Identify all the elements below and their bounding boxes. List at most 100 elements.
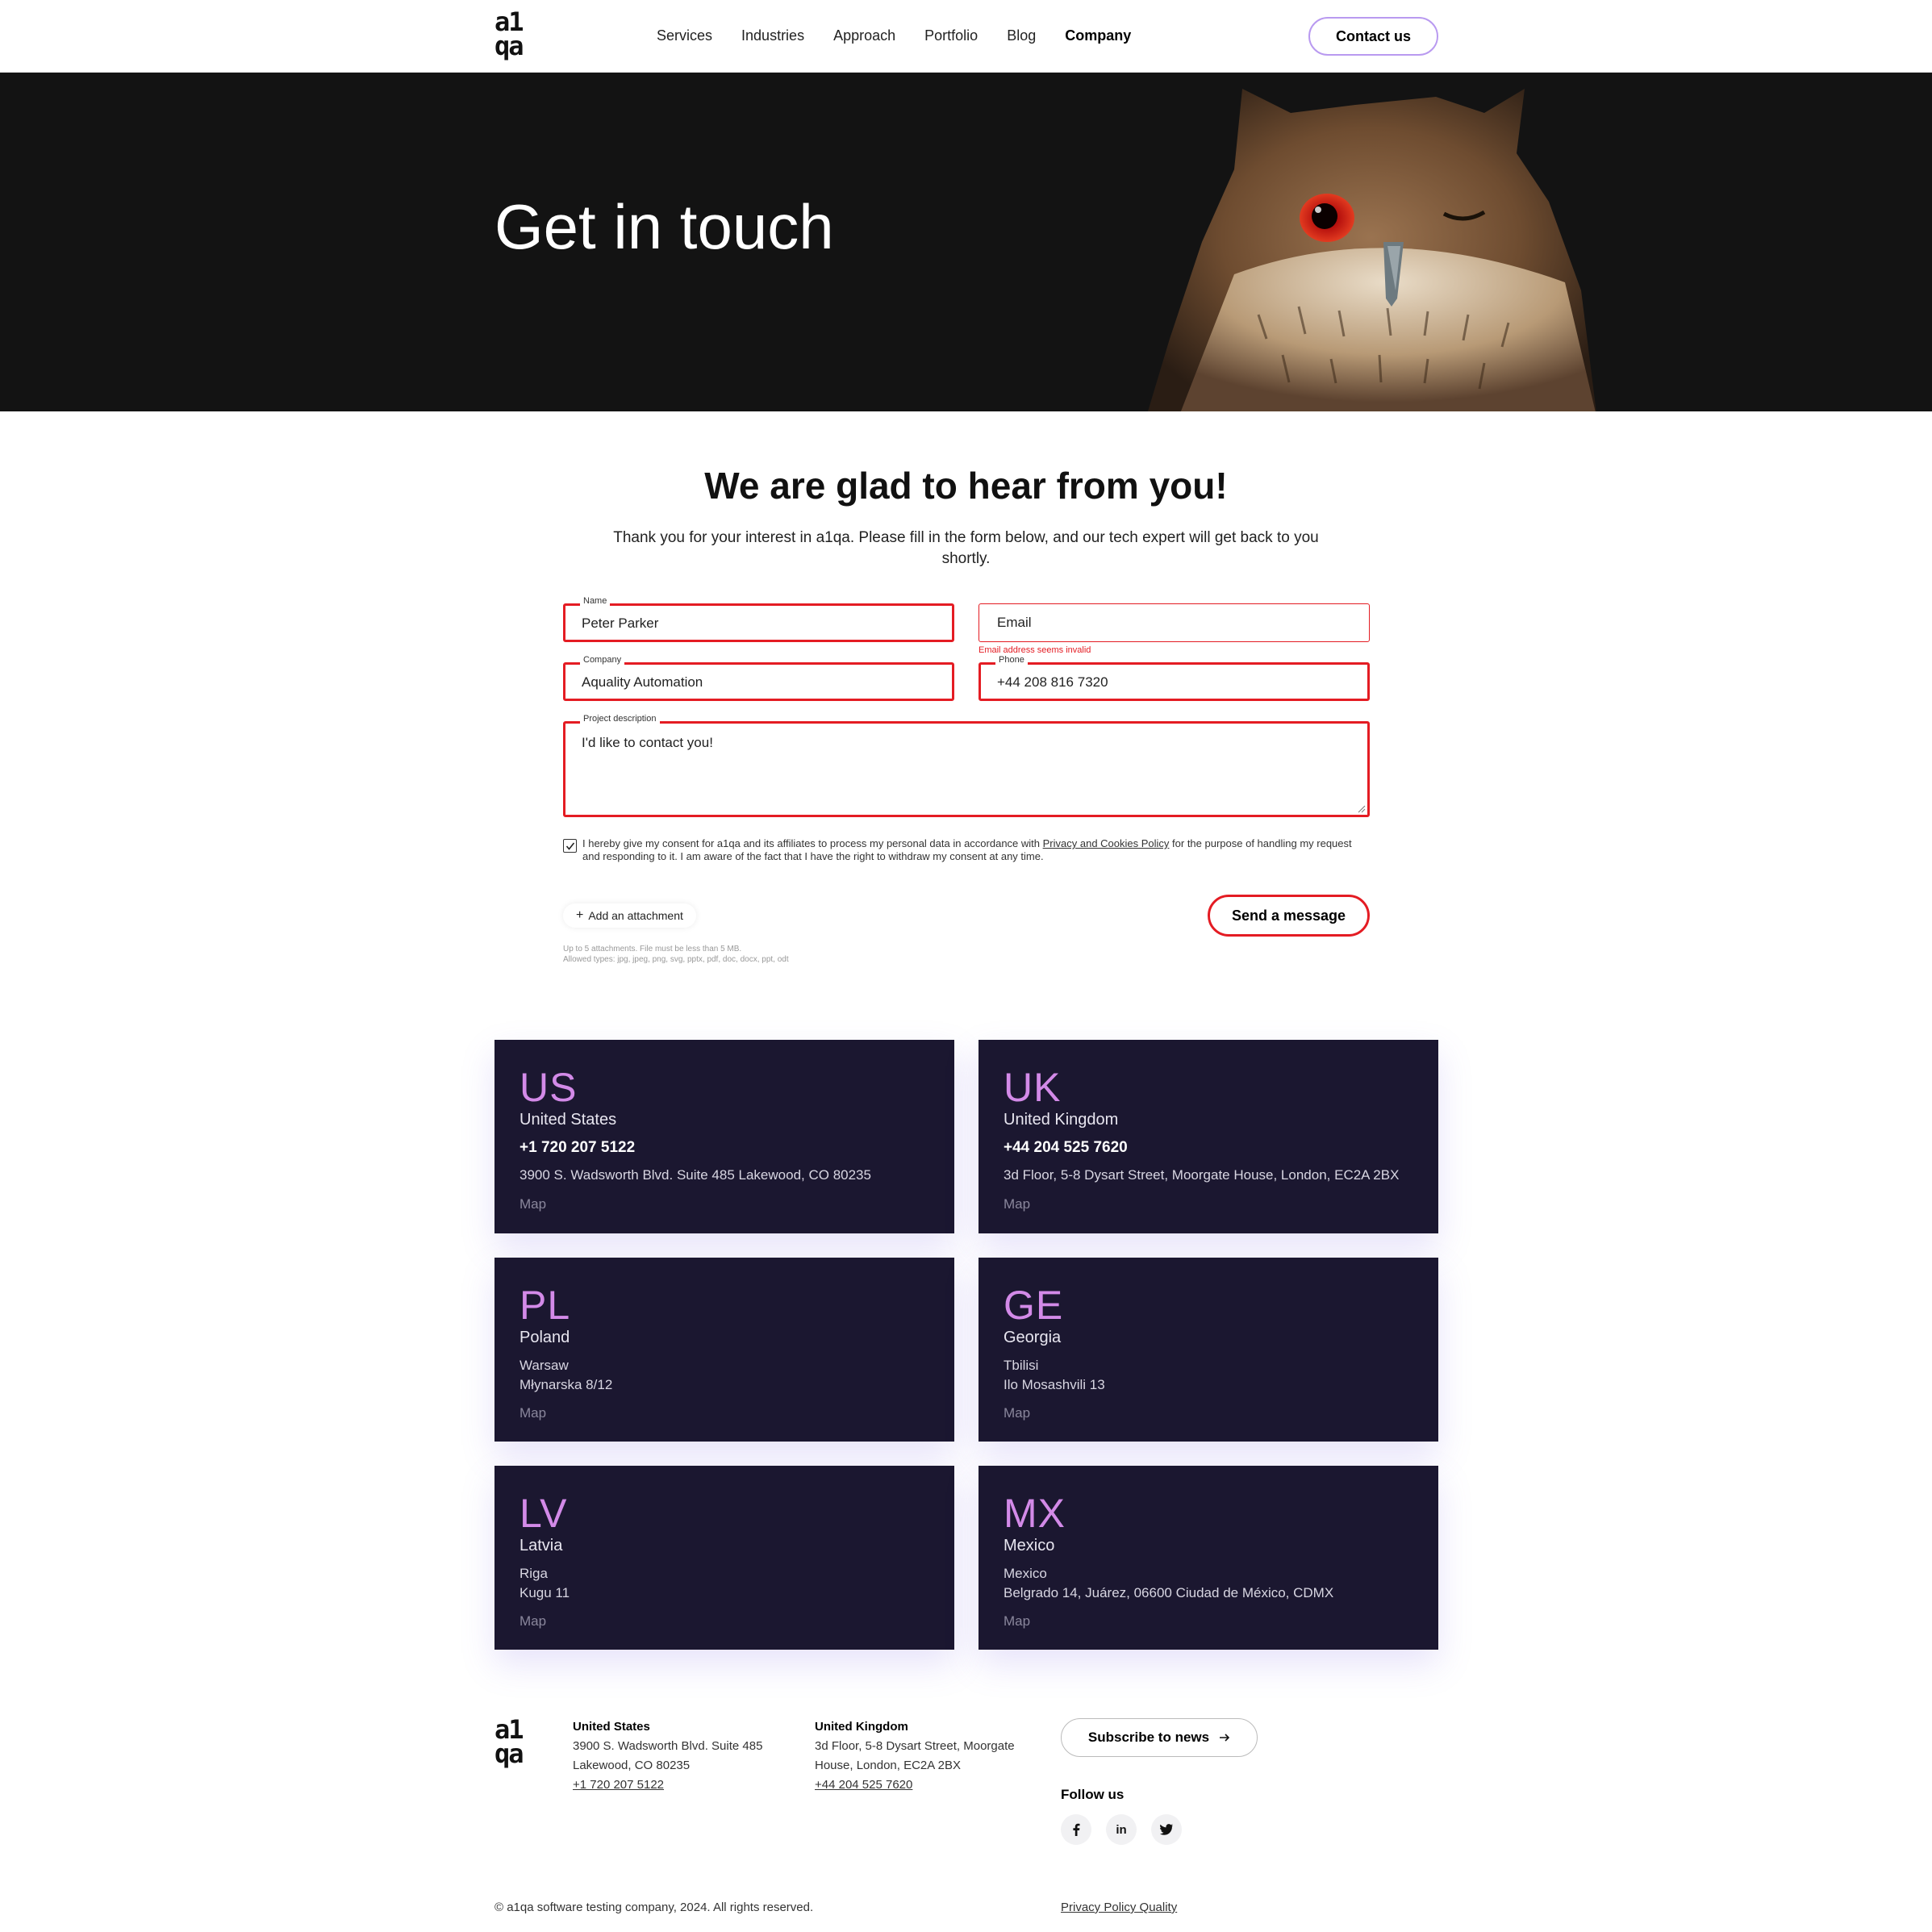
add-attachment-button[interactable]: + Add an attachment (563, 903, 696, 928)
phone-field[interactable]: Phone +44 208 816 7320 (979, 655, 1370, 701)
plus-icon: + (576, 908, 584, 922)
footer-logo[interactable]: a1 qa (494, 1717, 533, 1767)
office-code: LV (520, 1491, 568, 1536)
footer-us-phone[interactable]: +1 720 207 5122 (573, 1778, 664, 1792)
checkmark-icon (565, 842, 574, 850)
twitter-icon[interactable] (1151, 1814, 1182, 1845)
site-header: a1 qa Services Industries Approach Portfo… (0, 0, 1932, 73)
nav-blog[interactable]: Blog (1007, 24, 1036, 47)
nav-industries[interactable]: Industries (741, 24, 804, 47)
company-label: Company (580, 655, 625, 665)
consent-text-start: I hereby give my consent for a1qa and it… (582, 837, 1043, 849)
office-address: Młynarska 8/12 (520, 1377, 613, 1392)
email-error: Email address seems invalid (979, 645, 1091, 655)
office-card-mx: MX Mexico Mexico Belgrado 14, Juárez, 06… (979, 1466, 1438, 1650)
email-field[interactable]: Email (979, 603, 1370, 642)
office-address: 3900 S. Wadsworth Blvd. Suite 485 Lakewo… (520, 1167, 871, 1183)
nav-services[interactable]: Services (657, 24, 712, 47)
office-country: Georgia (1004, 1329, 1062, 1346)
office-map-link[interactable]: Map (1004, 1613, 1030, 1629)
nav-portfolio[interactable]: Portfolio (924, 24, 978, 47)
subscribe-label: Subscribe to news (1087, 1730, 1210, 1745)
add-attachment-label: Add an attachment (588, 909, 683, 922)
office-phone[interactable]: +44 204 525 7620 (1004, 1139, 1128, 1157)
footer-uk-office: United Kingdom 3d Floor, 5-8 Dysart Stre… (815, 1717, 1015, 1795)
subscribe-button[interactable]: Subscribe to news (1061, 1718, 1258, 1757)
footer-uk-line2: House, London, EC2A 2BX (815, 1759, 961, 1772)
name-value[interactable]: Peter Parker (582, 615, 658, 632)
project-description-value[interactable]: I'd like to contact you! (582, 735, 713, 751)
office-phone[interactable]: +1 720 207 5122 (520, 1139, 635, 1157)
office-address: Ilo Mosashvili 13 (1004, 1377, 1105, 1392)
consent-text: I hereby give my consent for a1qa and it… (582, 837, 1369, 863)
office-code: PL (520, 1283, 571, 1328)
contact-us-button[interactable]: Contact us (1308, 17, 1438, 56)
footer-uk-line1: 3d Floor, 5-8 Dysart Street, Moorgate (815, 1739, 1015, 1753)
send-message-button[interactable]: Send a message (1208, 895, 1370, 937)
arrow-right-icon (1220, 1734, 1230, 1742)
office-country: United States (520, 1111, 617, 1129)
office-card-lv: LV Latvia Riga Kugu 11 Map (494, 1466, 954, 1650)
office-map-link[interactable]: Map (1004, 1196, 1030, 1212)
phone-value[interactable]: +44 208 816 7320 (997, 674, 1108, 691)
company-value[interactable]: Aquality Automation (582, 674, 703, 691)
office-card-us: US United States +1 720 207 5122 3900 S.… (494, 1040, 954, 1233)
footer-us-line2: Lakewood, CO 80235 (573, 1759, 691, 1772)
privacy-cookies-link[interactable]: Privacy and Cookies Policy (1043, 837, 1170, 849)
office-country: Poland (520, 1329, 570, 1346)
resize-handle-icon[interactable] (1358, 805, 1366, 813)
office-city-address: Riga Kugu 11 (520, 1564, 570, 1603)
name-field[interactable]: Name Peter Parker (563, 596, 954, 642)
office-city: Mexico (1004, 1566, 1047, 1581)
office-map-link[interactable]: Map (520, 1613, 546, 1629)
office-address: 3d Floor, 5-8 Dysart Street, Moorgate Ho… (1004, 1167, 1400, 1183)
footer-uk-phone[interactable]: +44 204 525 7620 (815, 1778, 912, 1792)
office-map-link[interactable]: Map (520, 1196, 546, 1212)
attachment-note: Up to 5 attachments. File must be less t… (563, 944, 789, 965)
nav-approach[interactable]: Approach (833, 24, 895, 47)
office-city: Tbilisi (1004, 1358, 1039, 1373)
office-code: UK (1004, 1065, 1062, 1110)
privacy-policy-link[interactable]: Privacy Policy Quality (1061, 1901, 1177, 1914)
page-title: Get in touch (494, 191, 834, 262)
office-city: Riga (520, 1566, 548, 1581)
attachment-note-types: Allowed types: jpg, jpeg, png, svg, pptx… (563, 955, 789, 964)
footer-us-line1: 3900 S. Wadsworth Blvd. Suite 485 (573, 1739, 763, 1753)
office-country: United Kingdom (1004, 1111, 1119, 1129)
linkedin-icon[interactable]: in (1106, 1814, 1137, 1845)
office-city-address: Mexico Belgrado 14, Juárez, 06600 Ciudad… (1004, 1564, 1333, 1603)
a1qa-logo[interactable]: a1 qa (494, 9, 533, 59)
form-heading: We are glad to hear from you! (704, 465, 1228, 507)
office-code: MX (1004, 1491, 1066, 1536)
office-map-link[interactable]: Map (520, 1405, 546, 1421)
project-description-field[interactable]: Project description I'd like to contact … (563, 714, 1370, 817)
office-card-ge: GE Georgia Tbilisi Ilo Mosashvili 13 Map (979, 1258, 1438, 1442)
office-city-address: Warsaw Młynarska 8/12 (520, 1356, 612, 1395)
facebook-icon[interactable] (1061, 1814, 1091, 1845)
office-map-link[interactable]: Map (1004, 1405, 1030, 1421)
owl-image (1148, 89, 1596, 411)
hero-banner: Get in touch (0, 73, 1932, 411)
office-city: Warsaw (520, 1358, 569, 1373)
footer-uk-title: United Kingdom (815, 1720, 908, 1734)
follow-us-label: Follow us (1061, 1787, 1125, 1802)
office-code: GE (1004, 1283, 1064, 1328)
form-intro: Thank you for your interest in a1qa. Ple… (613, 529, 1319, 567)
office-card-pl: PL Poland Warsaw Młynarska 8/12 Map (494, 1258, 954, 1442)
office-code: US (520, 1065, 578, 1110)
email-placeholder[interactable]: Email (997, 615, 1032, 631)
office-address: Belgrado 14, Juárez, 06600 Ciudad de Méx… (1004, 1585, 1334, 1600)
footer-us-office: United States 3900 S. Wadsworth Blvd. Su… (573, 1717, 762, 1795)
office-country: Latvia (520, 1537, 563, 1554)
office-card-uk: UK United Kingdom +44 204 525 7620 3d Fl… (979, 1040, 1438, 1233)
consent-checkbox[interactable] (563, 839, 577, 853)
main-nav: Services Industries Approach Portfolio B… (657, 24, 1131, 47)
project-description-label: Project description (580, 714, 660, 724)
office-address: Kugu 11 (520, 1585, 570, 1600)
nav-company[interactable]: Company (1065, 24, 1131, 47)
attachment-note-limit: Up to 5 attachments. File must be less t… (563, 945, 742, 953)
phone-label: Phone (995, 655, 1028, 665)
company-field[interactable]: Company Aquality Automation (563, 655, 954, 701)
copyright-text: © a1qa software testing company, 2024. A… (494, 1901, 814, 1914)
name-label: Name (580, 596, 611, 606)
